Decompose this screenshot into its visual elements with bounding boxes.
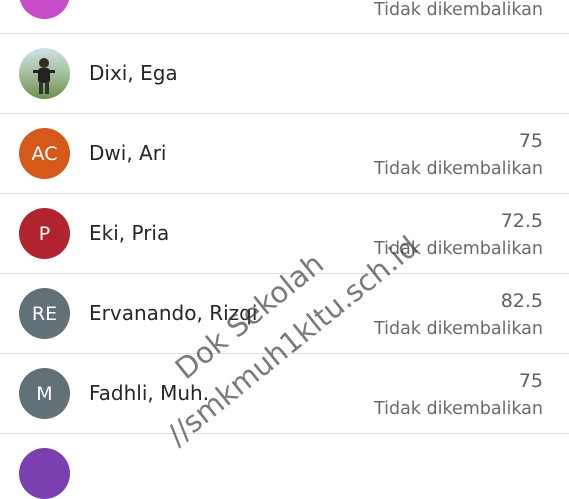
grade-value: 75: [518, 130, 543, 152]
grade-value: 82.5: [500, 290, 543, 312]
submission-status: Tidak dikembalikan: [373, 159, 543, 179]
student-name: Eki, Pria: [89, 221, 170, 245]
avatar: P: [19, 208, 70, 259]
list-item[interactable]: M Fadhli, Muh. 75 Tidak dikembalikan: [0, 354, 569, 434]
list-item[interactable]: AC Dwi, Ari 75 Tidak dikembalikan: [0, 114, 569, 194]
grade-value: 72.5: [500, 210, 543, 232]
avatar: RE: [19, 288, 70, 339]
student-name: Fadhli, Muh.: [89, 381, 210, 405]
person-photo-icon: [33, 58, 55, 94]
avatar: M: [19, 368, 70, 419]
avatar: [19, 0, 70, 19]
list-item[interactable]: RE Ervanando, Rizqi 82.5 Tidak dikembali…: [0, 274, 569, 354]
grade-value: 75: [518, 370, 543, 392]
student-name: Dwi, Ari: [89, 141, 167, 165]
student-name: Ervanando, Rizqi: [89, 301, 258, 325]
submission-status: Tidak dikembalikan: [373, 0, 543, 20]
list-item[interactable]: Tidak dikembalikan: [0, 0, 569, 34]
submission-status: Tidak dikembalikan: [373, 319, 543, 339]
student-name: Dixi, Ega: [89, 61, 178, 85]
list-item[interactable]: [0, 434, 569, 499]
list-item[interactable]: Dixi, Ega: [0, 34, 569, 114]
submission-status: Tidak dikembalikan: [373, 239, 543, 259]
avatar-photo: [19, 48, 70, 99]
submission-status: Tidak dikembalikan: [373, 399, 543, 419]
avatar: AC: [19, 128, 70, 179]
list-item[interactable]: P Eki, Pria 72.5 Tidak dikembalikan: [0, 194, 569, 274]
avatar: [19, 448, 70, 499]
